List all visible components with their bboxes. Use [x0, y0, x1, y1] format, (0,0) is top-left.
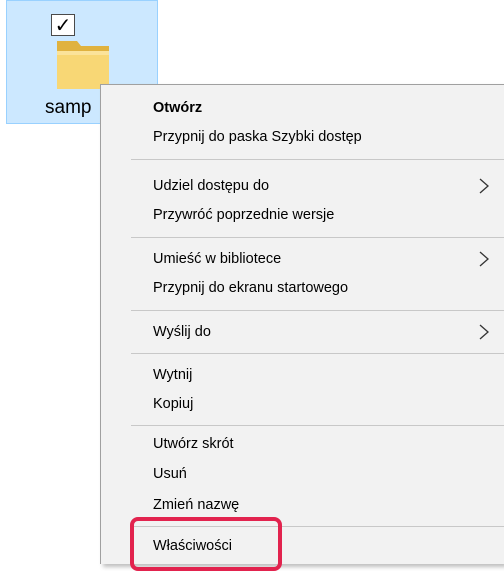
highlight-annotation-properties	[130, 517, 282, 571]
menu-item-restore-versions[interactable]: Przywróć poprzednie wersje	[101, 200, 504, 229]
menu-item-label: Utwórz skrót	[153, 435, 234, 452]
menu-item-delete[interactable]: Usuń	[101, 459, 504, 488]
folder-label: samp	[45, 97, 92, 118]
context-menu: Otwórz Przypnij do paska Szybki dostęp U…	[100, 84, 504, 564]
menu-separator	[131, 159, 504, 160]
menu-item-label: Zmień nazwę	[153, 496, 240, 513]
menu-item-label: Udziel dostępu do	[153, 177, 270, 194]
menu-separator	[131, 310, 504, 311]
chevron-right-icon	[479, 251, 489, 266]
menu-item-include-in-library[interactable]: Umieść w bibliotece	[101, 244, 504, 273]
menu-separator	[131, 425, 504, 426]
menu-item-open[interactable]: Otwórz	[101, 93, 504, 122]
menu-item-rename[interactable]: Zmień nazwę	[101, 490, 504, 519]
menu-item-label: Przypnij do paska Szybki dostęp	[153, 128, 362, 145]
menu-item-create-shortcut[interactable]: Utwórz skrót	[101, 429, 504, 458]
menu-item-label: Kopiuj	[153, 395, 194, 412]
menu-item-label: Wytnij	[153, 366, 193, 383]
menu-item-send-to[interactable]: Wyślij do	[101, 317, 504, 346]
menu-separator	[131, 353, 504, 354]
chevron-right-icon	[479, 178, 489, 193]
menu-item-pin-to-start[interactable]: Przypnij do ekranu startowego	[101, 273, 504, 302]
menu-separator	[131, 237, 504, 238]
menu-item-pin-quick-access[interactable]: Przypnij do paska Szybki dostęp	[101, 122, 504, 151]
menu-item-cut[interactable]: Wytnij	[101, 360, 504, 389]
menu-item-label: Przywróć poprzednie wersje	[153, 206, 335, 223]
menu-item-label: Umieść w bibliotece	[153, 250, 282, 267]
chevron-right-icon	[479, 324, 489, 339]
menu-item-give-access[interactable]: Udziel dostępu do	[101, 171, 504, 200]
menu-item-label: Usuń	[153, 465, 187, 482]
menu-item-label: Przypnij do ekranu startowego	[153, 279, 349, 296]
menu-item-copy[interactable]: Kopiuj	[101, 389, 504, 418]
menu-item-label: Wyślij do	[153, 323, 211, 340]
menu-item-label: Otwórz	[153, 99, 203, 116]
